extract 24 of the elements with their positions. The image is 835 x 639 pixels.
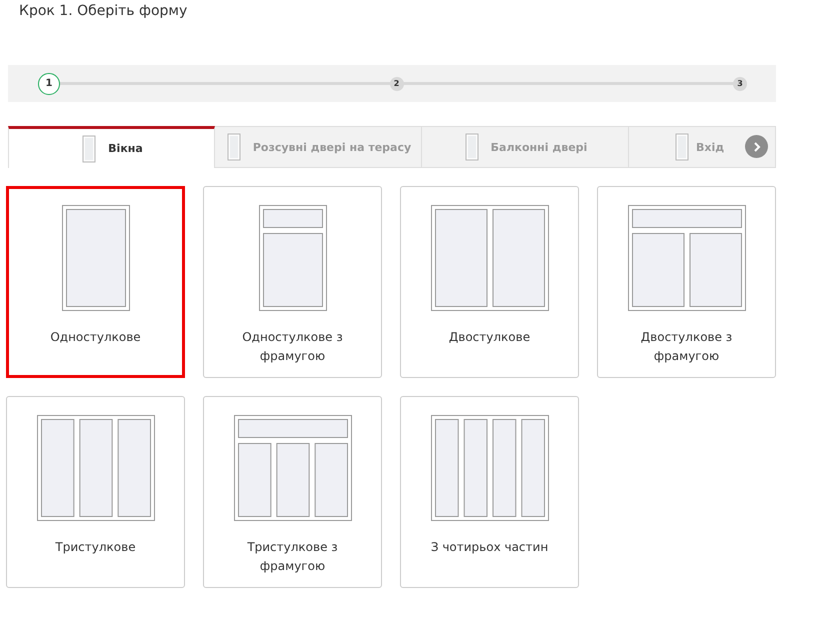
door-icon (224, 133, 243, 161)
option-label: Одностулкове (49, 329, 142, 346)
step-marker[interactable]: 2 (390, 76, 404, 90)
shape-option-card[interactable]: Тристулкове з фрамугою (203, 396, 382, 588)
option-label: Двостулкове (448, 329, 532, 346)
option-label: Одностулкове з фрамугою (241, 329, 344, 365)
option-label: Двостулкове з фрамугою (640, 329, 734, 365)
shape-option-card[interactable]: Двостулкове з фрамугою (597, 186, 776, 378)
step-marker[interactable]: 1 (38, 72, 60, 94)
step-title: Крок 1. Оберіть форму (19, 3, 188, 21)
shape-option-card[interactable]: З чотирьох частин (400, 396, 579, 588)
shape-option-card[interactable]: Тристулкове (6, 396, 185, 588)
category-tab[interactable]: Вікна (8, 126, 215, 168)
shape-option-card[interactable]: Двостулкове (400, 186, 579, 378)
option-label: Тристулкове (54, 539, 137, 556)
option-label: З чотирьох частин (430, 539, 550, 556)
step-marker[interactable]: 3 (733, 76, 747, 90)
door-icon (80, 134, 98, 162)
option-label: Тристулкове з фрамугою (246, 539, 339, 575)
chevron-icon (752, 142, 762, 152)
shape-option-card[interactable]: Одностулкове з фрамугою (203, 186, 382, 378)
door-icon (462, 133, 481, 161)
door-icon (673, 133, 691, 161)
shape-option-card[interactable]: Одностулкове (6, 186, 185, 378)
